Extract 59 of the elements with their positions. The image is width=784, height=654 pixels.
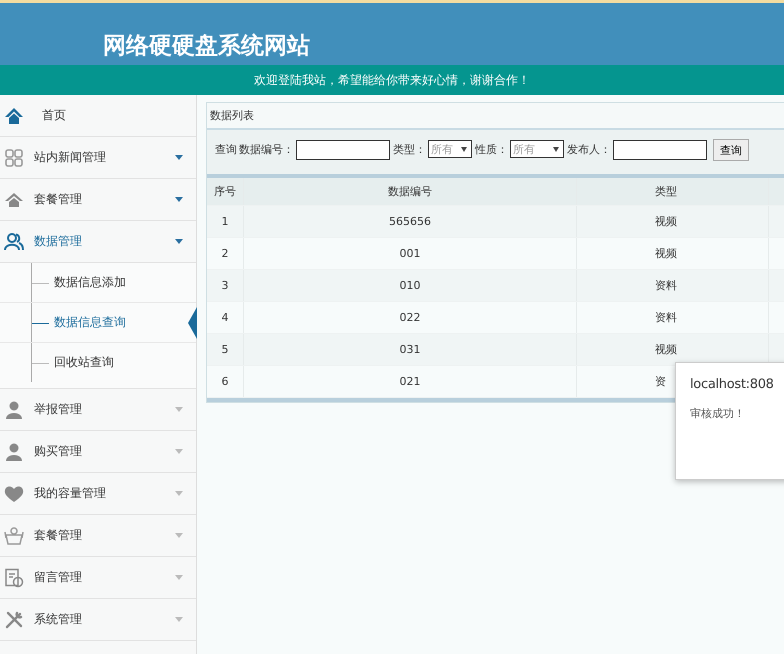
site-title: 网络硬硬盘系统网站 bbox=[103, 31, 310, 61]
dialog-message: 审核成功！ bbox=[690, 406, 746, 421]
caret-icon bbox=[175, 617, 183, 622]
caret-icon bbox=[175, 491, 183, 496]
menu-item[interactable]: 购买管理 bbox=[0, 431, 196, 473]
caret-icon bbox=[175, 155, 183, 160]
field-label: 发布人： bbox=[567, 142, 611, 158]
table-cell: 565656 bbox=[244, 206, 577, 237]
caret-icon bbox=[175, 239, 183, 244]
submenu-item[interactable]: 数据信息添加 bbox=[0, 263, 196, 303]
table-cell: 6 bbox=[207, 366, 244, 397]
menu-item[interactable]: 首页 bbox=[0, 95, 196, 137]
table-cell: 031 bbox=[244, 334, 577, 365]
caret-icon bbox=[175, 449, 183, 454]
column-header: 数据编号 bbox=[244, 178, 577, 205]
welcome-text: 欢迎登陆我站，希望能给你带来好心情，谢谢合作！ bbox=[254, 72, 530, 88]
note-icon bbox=[4, 568, 24, 588]
person-icon bbox=[4, 400, 24, 420]
table-cell: 视频 bbox=[577, 238, 769, 269]
table-cell: 010 bbox=[244, 270, 577, 301]
caret-icon bbox=[175, 575, 183, 580]
input-field[interactable] bbox=[296, 140, 390, 160]
table-cell: 001 bbox=[244, 238, 577, 269]
table-cell: 022 bbox=[244, 302, 577, 333]
caret-icon bbox=[175, 533, 183, 538]
table-cell: 1 bbox=[207, 206, 244, 237]
table-cell: 4 bbox=[207, 302, 244, 333]
table-cell: 资料 bbox=[577, 270, 769, 301]
home-icon bbox=[4, 106, 24, 126]
caret-icon bbox=[175, 197, 183, 202]
menu-item[interactable]: 套餐管理 bbox=[0, 179, 196, 221]
users-icon bbox=[4, 232, 24, 252]
menu-item[interactable]: 系统管理 bbox=[0, 599, 196, 641]
heart-icon bbox=[4, 484, 24, 504]
submenu-item[interactable]: 数据信息查询 bbox=[0, 303, 196, 343]
table-cell: 2 bbox=[207, 238, 244, 269]
person-icon bbox=[4, 442, 24, 462]
table-cell: 3 bbox=[207, 270, 244, 301]
column-header: 序号 bbox=[207, 178, 244, 205]
table-cell: 5 bbox=[207, 334, 244, 365]
menu-item[interactable]: 举报管理 bbox=[0, 389, 196, 431]
caret-icon bbox=[175, 407, 183, 412]
table-cell: 视频 bbox=[577, 206, 769, 237]
field-label: 类型： bbox=[393, 142, 426, 158]
grid-icon bbox=[4, 148, 24, 168]
menu-item[interactable]: 留言管理 bbox=[0, 557, 196, 599]
search-button[interactable]: 查询 bbox=[713, 139, 749, 161]
column-header: 类型 bbox=[577, 178, 769, 205]
input-field[interactable] bbox=[613, 140, 707, 160]
table-cell: 021 bbox=[244, 366, 577, 397]
field-label: 性质： bbox=[475, 142, 508, 158]
search-label: 查询 bbox=[215, 142, 237, 158]
menu-item[interactable]: 套餐管理 bbox=[0, 515, 196, 557]
menu-item[interactable]: 站内新闻管理 bbox=[0, 137, 196, 179]
tools-icon bbox=[4, 610, 24, 630]
basket-icon bbox=[4, 526, 24, 546]
table-cell: 资料 bbox=[577, 302, 769, 333]
field-label: 数据编号： bbox=[239, 142, 294, 158]
menu-item[interactable]: 我的容量管理 bbox=[0, 473, 196, 515]
